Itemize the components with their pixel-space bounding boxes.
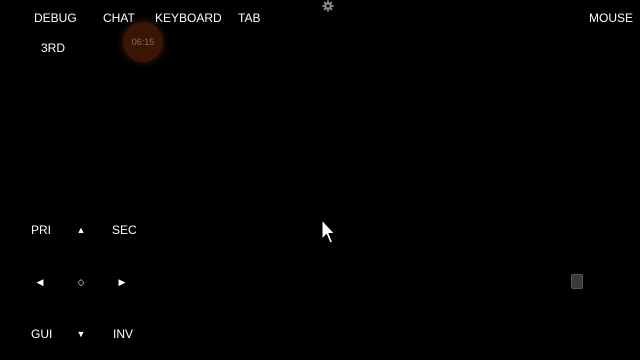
up-arrow-button[interactable]: ▲	[75, 225, 87, 235]
down-arrow-button[interactable]: ▼	[75, 329, 87, 339]
debug-button[interactable]: DEBUG	[34, 11, 77, 25]
timer-badge: 06:15	[123, 22, 163, 62]
primary-button[interactable]: PRI	[31, 223, 51, 237]
chat-button[interactable]: CHAT	[103, 11, 135, 25]
inventory-button[interactable]: INV	[113, 327, 133, 341]
keyboard-button[interactable]: KEYBOARD	[155, 11, 222, 25]
mouse-cursor-icon	[321, 219, 335, 244]
center-diamond-button[interactable]: ◇	[75, 277, 87, 287]
secondary-button[interactable]: SEC	[112, 223, 137, 237]
gui-button[interactable]: GUI	[31, 327, 52, 341]
left-arrow-button[interactable]: ◀	[34, 277, 46, 287]
tab-button[interactable]: TAB	[238, 11, 260, 25]
square-button-icon[interactable]	[571, 274, 583, 289]
timer-text: 06:15	[131, 37, 155, 47]
right-arrow-button[interactable]: ▶	[116, 277, 128, 287]
mouse-button[interactable]: MOUSE	[589, 11, 633, 25]
gear-icon[interactable]	[322, 0, 334, 12]
third-person-button[interactable]: 3RD	[41, 41, 65, 55]
